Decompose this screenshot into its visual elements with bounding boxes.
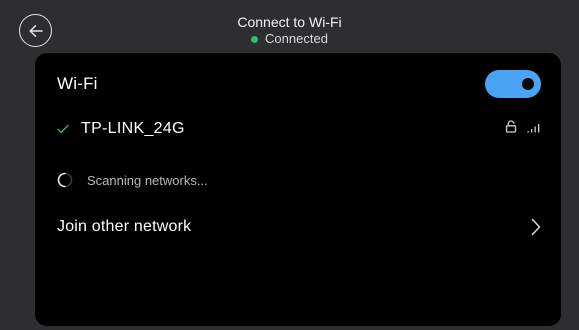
status-text: Connected <box>265 31 328 46</box>
toggle-knob <box>522 78 534 90</box>
network-name: TP-LINK_24G <box>81 120 185 137</box>
header: Connect to Wi-Fi Connected <box>0 0 579 52</box>
join-other-network-label: Join other network <box>57 218 192 235</box>
status-dot-icon <box>251 35 259 43</box>
page-title: Connect to Wi-Fi <box>237 14 342 30</box>
connection-status: Connected <box>0 31 579 47</box>
lock-icon <box>505 120 517 138</box>
join-other-network-button[interactable]: Join other network <box>57 213 541 241</box>
wifi-panel: Wi-Fi TP-LINK_24G Scanning networks... J… <box>35 53 561 326</box>
checkmark-icon <box>57 124 71 134</box>
spinner-icon <box>57 172 73 188</box>
scanning-row: Scanning networks... <box>57 169 541 191</box>
wifi-toggle[interactable] <box>485 70 541 98</box>
wifi-settings-screen: Connect to Wi-Fi Connected Wi-Fi TP-LINK… <box>0 0 579 330</box>
network-item-connected[interactable]: TP-LINK_24G <box>57 115 541 143</box>
network-indicators <box>505 120 541 138</box>
scanning-text: Scanning networks... <box>87 172 208 188</box>
chevron-right-icon <box>531 218 541 236</box>
wifi-toggle-row: Wi-Fi <box>57 69 541 99</box>
signal-strength-icon <box>527 120 541 138</box>
wifi-label: Wi-Fi <box>57 74 98 93</box>
